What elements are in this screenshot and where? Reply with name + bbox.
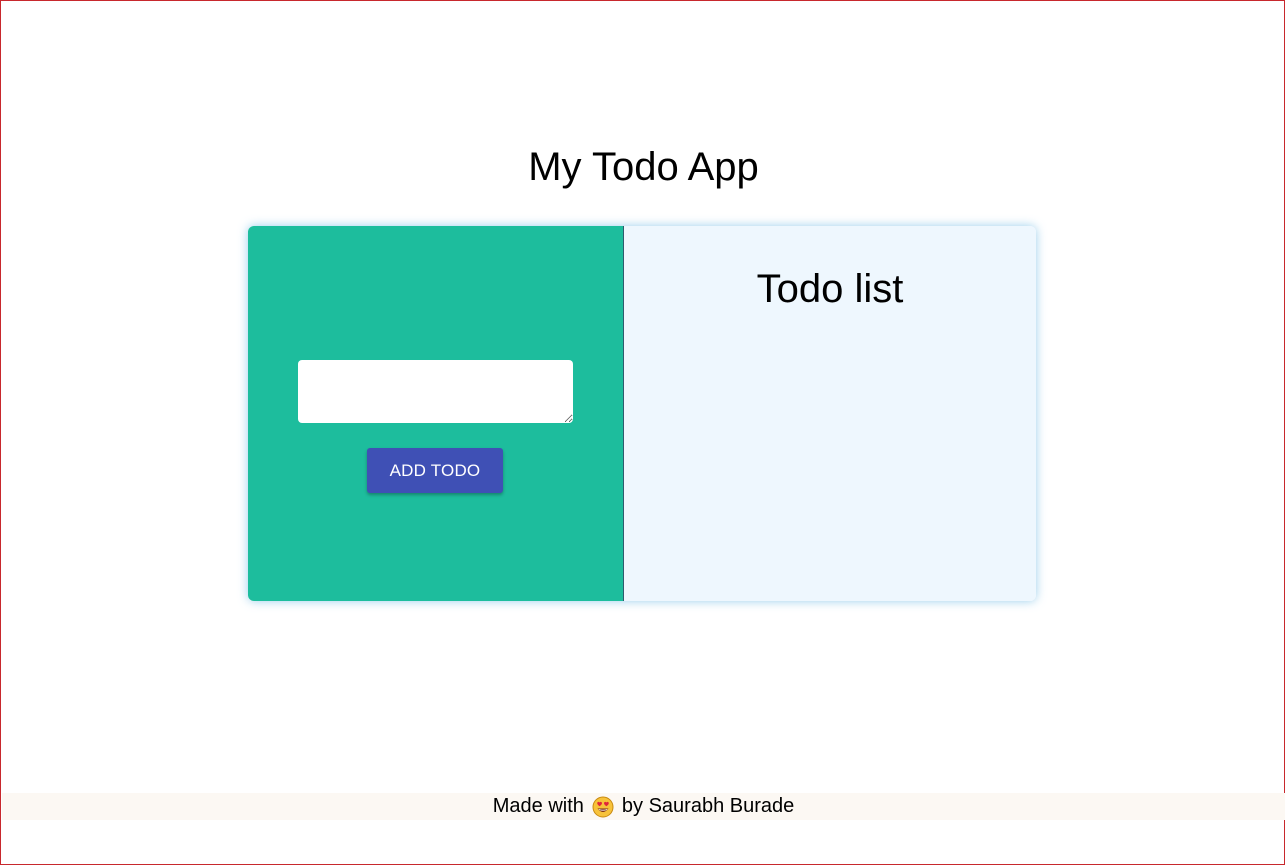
todo-input[interactable] — [298, 360, 573, 423]
footer-suffix: by Saurabh Burade — [621, 795, 795, 817]
app-frame: My Todo App ADD TODO Todo list Made with… — [0, 0, 1285, 865]
todo-list-title: Todo list — [756, 267, 904, 311]
add-todo-panel: ADD TODO — [248, 226, 624, 601]
heart-eyes-emoji-icon — [592, 796, 614, 818]
todo-list-panel: Todo list — [624, 226, 1036, 601]
add-todo-button[interactable]: ADD TODO — [367, 448, 503, 493]
todo-card: ADD TODO Todo list — [248, 226, 1036, 601]
footer: Made with by Saurabh Burade — [2, 793, 1285, 820]
page-title: My Todo App — [528, 145, 759, 189]
footer-prefix: Made with — [492, 795, 584, 817]
